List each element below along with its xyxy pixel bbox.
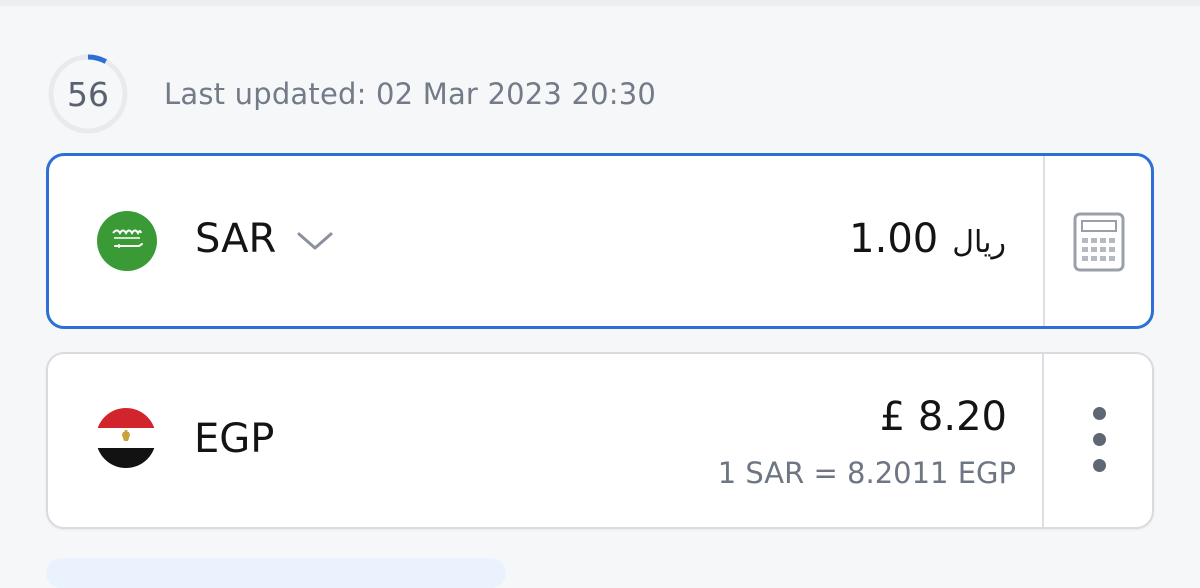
countdown-value: 56 bbox=[67, 74, 109, 114]
refresh-countdown[interactable]: 56 bbox=[46, 52, 130, 136]
calculator-icon[interactable] bbox=[1073, 212, 1125, 272]
saudi-arabia-flag-icon bbox=[97, 211, 157, 271]
base-currency-symbol: ريال bbox=[952, 225, 1006, 260]
more-dot bbox=[1093, 407, 1106, 420]
egypt-flag-icon bbox=[96, 408, 156, 468]
more-dot bbox=[1093, 433, 1106, 446]
base-currency-code[interactable]: SAR bbox=[195, 216, 276, 262]
more-dot bbox=[1093, 459, 1106, 472]
card-divider bbox=[1043, 156, 1045, 326]
target-amount: £ 8.20 bbox=[879, 394, 1007, 440]
card-divider bbox=[1042, 354, 1044, 527]
base-amount-value: 1.00 bbox=[849, 216, 939, 262]
refresh-status: 56 Last updated: 02 Mar 2023 20:30 bbox=[46, 50, 656, 138]
target-currency-code[interactable]: EGP bbox=[194, 416, 274, 462]
chevron-down-icon[interactable] bbox=[295, 228, 335, 254]
last-updated-text: Last updated: 02 Mar 2023 20:30 bbox=[164, 77, 657, 111]
base-amount-input[interactable]: 1.00 ريال bbox=[849, 216, 1006, 262]
exchange-rate-text: 1 SAR = 8.2011 EGP bbox=[717, 456, 1016, 490]
add-currency-button[interactable] bbox=[46, 558, 506, 588]
base-currency-card[interactable]: SAR 1.00 ريال bbox=[46, 153, 1154, 329]
more-vertical-icon[interactable] bbox=[1088, 402, 1110, 478]
top-divider bbox=[0, 0, 1200, 6]
target-currency-card[interactable]: EGP £ 8.20 1 SAR = 8.2011 EGP bbox=[46, 352, 1154, 529]
